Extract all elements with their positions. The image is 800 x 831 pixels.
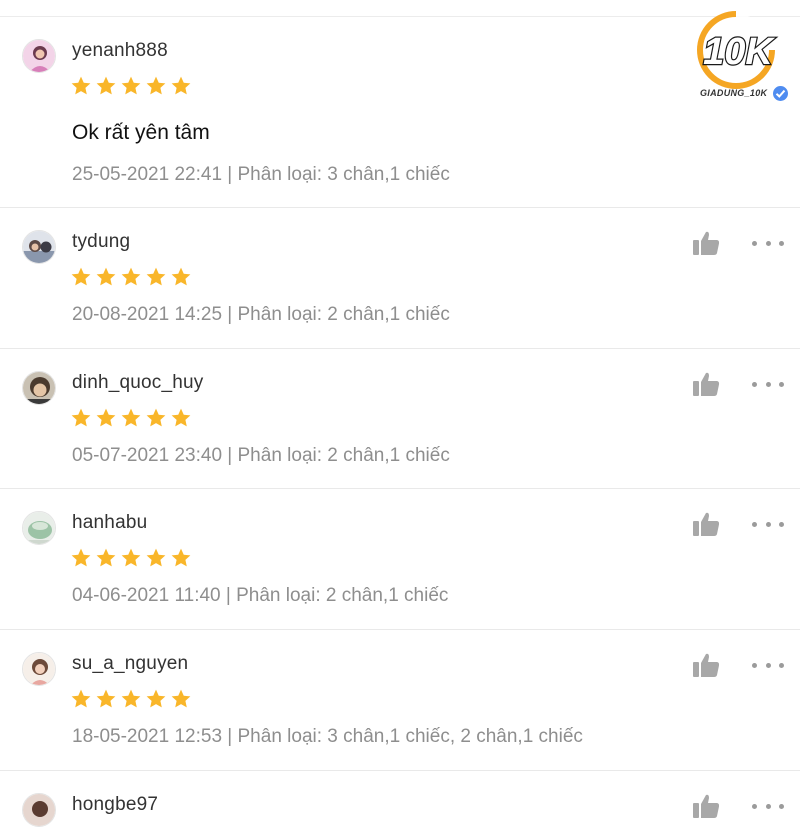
review-username[interactable]: hanhabu xyxy=(72,512,147,534)
more-dots-icon xyxy=(779,521,784,527)
review-item: su_a_nguyen 18-05-2021 12:53 | Phân loại… xyxy=(0,630,800,771)
avatar[interactable] xyxy=(22,39,56,73)
star-rating xyxy=(70,407,195,433)
star-icon xyxy=(121,267,141,286)
logo-text: 10K xyxy=(703,31,775,73)
more-dots-icon xyxy=(779,662,784,668)
star-icon xyxy=(71,76,91,95)
star-icon xyxy=(146,548,166,567)
avatar[interactable] xyxy=(22,793,56,827)
more-dots-icon xyxy=(779,381,784,387)
star-icon xyxy=(71,408,91,427)
more-options-button[interactable] xyxy=(752,371,784,397)
star-icon xyxy=(121,689,141,708)
more-dots-icon xyxy=(752,240,757,246)
star-rating xyxy=(70,75,195,101)
more-dots-icon xyxy=(779,240,784,246)
star-icon xyxy=(71,267,91,286)
star-icon xyxy=(71,548,91,567)
more-options-button[interactable] xyxy=(752,652,784,678)
star-icon xyxy=(146,267,166,286)
more-dots-icon xyxy=(765,662,771,668)
thumbs-up-icon[interactable] xyxy=(692,371,720,397)
thumbs-up-icon[interactable] xyxy=(692,793,720,819)
thumbs-up-icon[interactable] xyxy=(692,511,720,537)
star-icon xyxy=(171,408,191,427)
more-dots-icon xyxy=(765,240,771,246)
more-dots-icon xyxy=(752,662,757,668)
review-meta: 04-06-2021 11:40 | Phân loại: 2 chân,1 c… xyxy=(72,585,449,606)
review-meta: 18-05-2021 12:53 | Phân loại: 3 chân,1 c… xyxy=(72,726,583,747)
more-options-button[interactable] xyxy=(752,511,784,537)
review-item: yenanh888 Ok rất yên tâm 25-05-2021 22:4… xyxy=(0,17,800,208)
review-meta: 20-08-2021 14:25 | Phân loại: 2 chân,1 c… xyxy=(72,304,450,325)
avatar[interactable] xyxy=(22,652,56,686)
star-icon xyxy=(96,408,116,427)
star-icon xyxy=(171,267,191,286)
more-dots-icon xyxy=(752,381,757,387)
star-rating xyxy=(70,266,195,292)
star-icon xyxy=(146,689,166,708)
more-dots-icon xyxy=(765,381,771,387)
review-username[interactable]: dinh_quoc_huy xyxy=(72,372,204,394)
star-icon xyxy=(71,689,91,708)
more-dots-icon xyxy=(765,803,771,809)
star-icon xyxy=(96,689,116,708)
review-item: hongbe97 xyxy=(0,771,800,831)
more-dots-icon xyxy=(752,803,757,809)
star-icon xyxy=(171,548,191,567)
verified-check-icon xyxy=(771,84,790,103)
star-icon xyxy=(96,548,116,567)
star-icon xyxy=(96,267,116,286)
avatar[interactable] xyxy=(22,230,56,264)
star-icon xyxy=(171,76,191,95)
star-icon xyxy=(121,76,141,95)
star-icon xyxy=(96,76,116,95)
review-item: dinh_quoc_huy 05-07-2021 23:40 | Phân lo… xyxy=(0,349,800,489)
thumbs-up-icon[interactable] xyxy=(692,652,720,678)
more-options-button[interactable] xyxy=(752,230,784,256)
star-icon xyxy=(171,689,191,708)
star-icon xyxy=(121,408,141,427)
star-rating xyxy=(70,688,195,714)
more-options-button[interactable] xyxy=(752,793,784,819)
review-comment: Ok rất yên tâm xyxy=(72,121,210,144)
logo-caption: GIADUNG_10K xyxy=(700,88,768,98)
review-username[interactable]: yenanh888 xyxy=(72,40,168,62)
review-username[interactable]: hongbe97 xyxy=(72,794,158,816)
review-item: tydung 20-08-2021 14:25 | Phân loại: 2 c… xyxy=(0,208,800,349)
star-rating xyxy=(70,547,195,573)
avatar[interactable] xyxy=(22,511,56,545)
star-icon xyxy=(146,76,166,95)
avatar[interactable] xyxy=(22,371,56,405)
more-dots-icon xyxy=(752,521,757,527)
star-icon xyxy=(146,408,166,427)
review-meta: 25-05-2021 22:41 | Phân loại: 3 chân,1 c… xyxy=(72,164,450,185)
more-dots-icon xyxy=(765,521,771,527)
review-meta: 05-07-2021 23:40 | Phân loại: 2 chân,1 c… xyxy=(72,445,450,466)
thumbs-up-icon[interactable] xyxy=(692,230,720,256)
more-dots-icon xyxy=(779,803,784,809)
star-icon xyxy=(121,548,141,567)
review-username[interactable]: su_a_nguyen xyxy=(72,653,188,675)
review-username[interactable]: tydung xyxy=(72,231,130,253)
review-item: hanhabu 04-06-2021 11:40 | Phân loại: 2 … xyxy=(0,489,800,630)
